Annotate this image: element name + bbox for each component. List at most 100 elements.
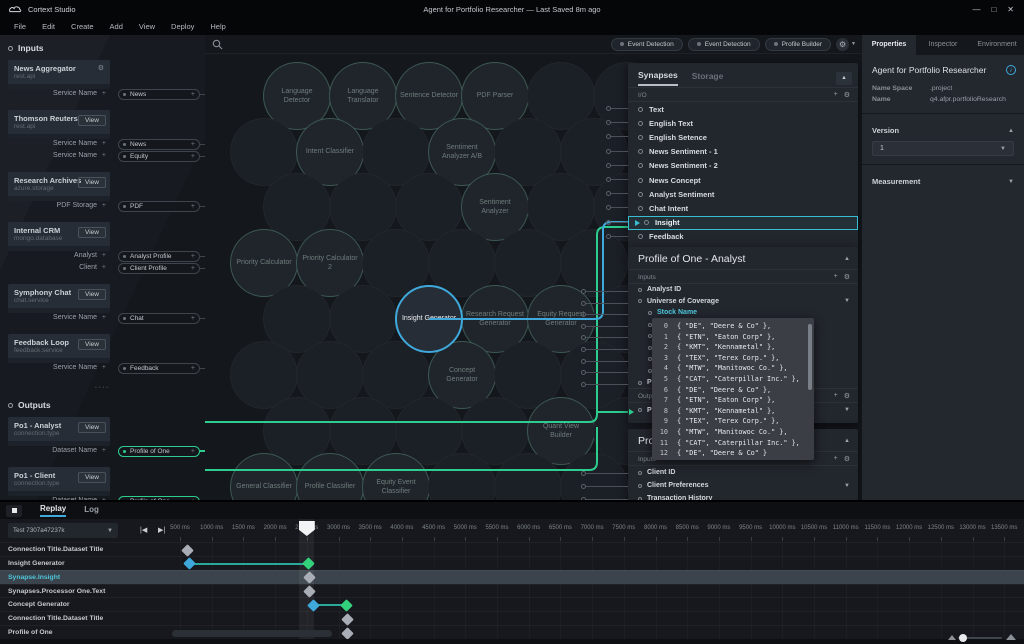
pill-add-icon[interactable]: + bbox=[191, 448, 199, 455]
synapse-item-insight[interactable]: Insight bbox=[628, 216, 858, 230]
zoom-in-icon[interactable] bbox=[1006, 634, 1016, 640]
event-diamond-gray[interactable] bbox=[341, 613, 354, 626]
gear-icon[interactable]: ⚙ bbox=[844, 273, 850, 281]
view-button[interactable]: View bbox=[78, 472, 106, 483]
event-diamond-gray[interactable] bbox=[341, 627, 354, 639]
pill-add-icon[interactable]: + bbox=[191, 141, 199, 148]
connector-card-box[interactable]: Internal CRMmongo.databaseView bbox=[8, 222, 110, 251]
add-port-icon[interactable]: + bbox=[102, 202, 106, 209]
pill-add-icon[interactable]: + bbox=[191, 91, 199, 98]
connector-card-box[interactable]: Po1 - Clientconnection.typeView bbox=[8, 467, 110, 496]
pill-add-icon[interactable]: + bbox=[191, 315, 199, 322]
menu-item-create[interactable]: Create bbox=[63, 22, 102, 31]
node-canvas[interactable]: Language DetectorLanguage TranslatorSent… bbox=[205, 35, 862, 500]
version-section-header[interactable]: Version ▲ bbox=[862, 122, 1024, 139]
connector-card-box[interactable]: News Aggregatorrest.api⚙ bbox=[8, 60, 110, 89]
analyst-item-universe-of-coverage[interactable]: Universe of Coverage▼ bbox=[628, 296, 858, 308]
canvas-settings-button[interactable]: ⚙ ▼ bbox=[836, 38, 856, 51]
add-icon[interactable]: + bbox=[834, 273, 838, 281]
tab-properties[interactable]: Properties bbox=[862, 35, 916, 55]
event-diamond-gray[interactable] bbox=[181, 544, 194, 557]
tab-inspector[interactable]: Inspector bbox=[916, 35, 970, 55]
timeline-tracks[interactable]: Connection Title.Dataset TitleInsight Ge… bbox=[0, 542, 1024, 639]
menu-item-edit[interactable]: Edit bbox=[34, 22, 63, 31]
view-button[interactable]: View bbox=[78, 422, 106, 433]
add-port-icon[interactable]: + bbox=[102, 152, 106, 159]
search-icon[interactable] bbox=[212, 39, 223, 50]
maximize-button[interactable]: □ bbox=[991, 5, 996, 14]
connector-card-box[interactable]: Symphony Chatchat.serviceView bbox=[8, 284, 110, 313]
pill-add-icon[interactable]: + bbox=[191, 203, 199, 210]
synapse-item-english-setence[interactable]: English Setence bbox=[628, 130, 858, 144]
gear-icon[interactable]: ⚙ bbox=[844, 392, 850, 400]
add-port-icon[interactable]: + bbox=[102, 264, 106, 271]
synapse-item-feedback[interactable]: Feedback bbox=[628, 230, 858, 244]
toolbar-pill-event-detection[interactable]: Event Detection bbox=[611, 38, 683, 51]
skip-back-button[interactable]: |◀ bbox=[140, 526, 147, 534]
toolbar-pill-profile-builder[interactable]: Profile Builder bbox=[765, 38, 831, 51]
track-row-insight-generator[interactable]: Insight Generator bbox=[0, 556, 1024, 570]
synapse-item-chat-intent[interactable]: Chat Intent bbox=[628, 201, 858, 215]
add-icon[interactable]: + bbox=[834, 91, 838, 99]
toolbar-pill-event-detection[interactable]: Event Detection bbox=[688, 38, 760, 51]
analyst-item-analyst-id[interactable]: Analyst ID bbox=[628, 284, 858, 296]
add-icon[interactable]: + bbox=[834, 392, 838, 400]
popup-scrollbar[interactable] bbox=[808, 324, 812, 390]
menu-item-add[interactable]: Add bbox=[102, 22, 131, 31]
menu-item-file[interactable]: File bbox=[6, 22, 34, 31]
synapse-item-text[interactable]: Text bbox=[628, 102, 858, 116]
pill-add-icon[interactable]: + bbox=[191, 153, 199, 160]
view-button[interactable]: View bbox=[78, 289, 106, 300]
connector-card-box[interactable]: Feedback Loopfeedback.serviceView bbox=[8, 334, 110, 363]
pill-add-icon[interactable]: + bbox=[191, 265, 199, 272]
measurement-section-header[interactable]: Measurement ▼ bbox=[862, 173, 1024, 190]
add-port-icon[interactable]: + bbox=[102, 364, 106, 371]
zoom-out-icon[interactable] bbox=[948, 635, 956, 640]
gear-icon[interactable]: ⚙ bbox=[844, 455, 850, 463]
synapse-pill[interactable]: Equity+ bbox=[118, 151, 200, 162]
synapse-item-news-sentiment-2[interactable]: News Sentiment - 2 bbox=[628, 159, 858, 173]
view-button[interactable]: View bbox=[78, 339, 106, 350]
synapse-pill[interactable]: Analyst Profile+ bbox=[118, 251, 200, 262]
gear-icon[interactable]: ⚙ bbox=[844, 91, 850, 99]
connector-card-box[interactable]: Thomson Reutersrest.apiView bbox=[8, 110, 110, 139]
gear-icon[interactable]: ⚙ bbox=[98, 64, 104, 72]
view-button[interactable]: View bbox=[78, 177, 106, 188]
add-port-icon[interactable]: + bbox=[102, 252, 106, 259]
skip-forward-button[interactable]: ▶| bbox=[158, 526, 165, 534]
view-button[interactable]: View bbox=[78, 227, 106, 238]
menu-item-deploy[interactable]: Deploy bbox=[163, 22, 202, 31]
event-diamond-green[interactable] bbox=[340, 599, 353, 612]
synapse-pill[interactable]: PDF+ bbox=[118, 201, 200, 212]
add-port-icon[interactable]: + bbox=[102, 314, 106, 321]
add-icon[interactable]: + bbox=[834, 455, 838, 463]
synapse-item-analyst-sentiment[interactable]: Analyst Sentiment bbox=[628, 187, 858, 201]
client-item-client-id[interactable]: Client ID bbox=[628, 466, 858, 479]
event-diamond-blue[interactable] bbox=[183, 557, 196, 570]
connector-card-box[interactable]: Po1 - Analystconnection.typeView bbox=[8, 417, 110, 446]
add-port-icon[interactable]: + bbox=[102, 140, 106, 147]
tab-synapses[interactable]: Synapses bbox=[638, 70, 678, 86]
close-button[interactable]: ✕ bbox=[1007, 5, 1014, 14]
minimize-button[interactable]: — bbox=[972, 5, 980, 14]
pill-add-icon[interactable]: + bbox=[191, 365, 199, 372]
connector-card-box[interactable]: Research Archivesazure.storageView bbox=[8, 172, 110, 201]
synapse-pill[interactable]: Client Profile+ bbox=[118, 263, 200, 274]
collapse-panel-button[interactable]: ▲ bbox=[836, 72, 852, 85]
sidebar-resize-handle[interactable]: •••• bbox=[0, 384, 205, 392]
client-item-client-preferences[interactable]: Client Preferences▼ bbox=[628, 479, 858, 492]
tab-storage[interactable]: Storage bbox=[692, 71, 724, 85]
version-select[interactable]: 1 ▼ bbox=[872, 141, 1014, 156]
info-icon[interactable]: i bbox=[1006, 65, 1016, 75]
collapse-icon[interactable]: ▲ bbox=[844, 438, 850, 444]
synapse-pill[interactable]: Feedback+ bbox=[118, 363, 200, 374]
track-row-connection-title-dataset-title[interactable]: Connection Title.Dataset Title bbox=[0, 542, 1024, 556]
client-item-transaction-history[interactable]: Transaction History bbox=[628, 492, 858, 500]
tab-replay[interactable]: Replay bbox=[40, 504, 66, 517]
tab-log[interactable]: Log bbox=[84, 505, 99, 516]
menu-item-view[interactable]: View bbox=[131, 22, 163, 31]
track-row-synapses-processor-one-text[interactable]: Synapses.Processor One.Text bbox=[0, 584, 1024, 598]
pill-add-icon[interactable]: + bbox=[191, 253, 199, 260]
track-row-concept-generator[interactable]: Concept Generator bbox=[0, 597, 1024, 611]
track-row-synapse-insight[interactable]: Synapse.Insight bbox=[0, 570, 1024, 584]
